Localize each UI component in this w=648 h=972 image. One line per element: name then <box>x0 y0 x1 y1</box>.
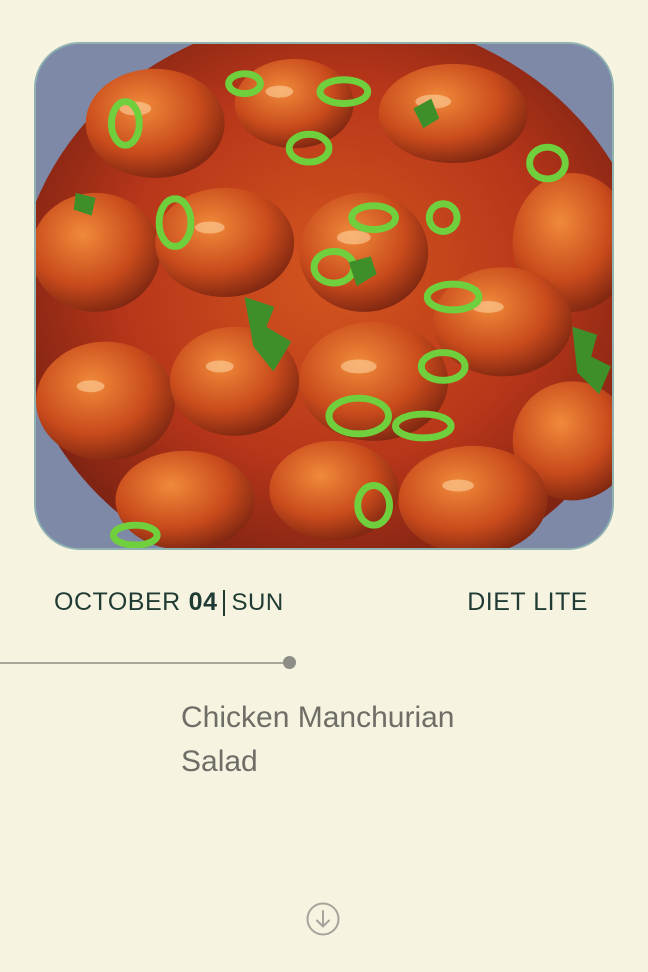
timeline-dot <box>283 656 296 669</box>
meal-name-line1: Chicken Manchurian <box>181 701 455 734</box>
date-month: OCTOBER <box>54 588 181 616</box>
food-photo-illustration <box>36 44 612 548</box>
timeline-line <box>0 662 290 664</box>
date-separator <box>223 589 226 616</box>
meal-hero-image <box>34 42 614 550</box>
meal-date: OCTOBER 04 SUN <box>54 588 284 617</box>
arrow-down-circle-icon <box>306 902 340 936</box>
meal-name: Chicken Manchurian Salad <box>181 696 511 784</box>
meal-name-line2: Salad <box>181 745 258 778</box>
diet-plan-label: DIET LITE <box>467 588 588 616</box>
meal-detail-screen: OCTOBER 04 SUN DIET LITE Chicken Manchur… <box>0 0 648 972</box>
scroll-down-button[interactable] <box>306 902 340 936</box>
date-weekday: SUN <box>231 588 284 616</box>
date-day: 04 <box>188 588 218 616</box>
